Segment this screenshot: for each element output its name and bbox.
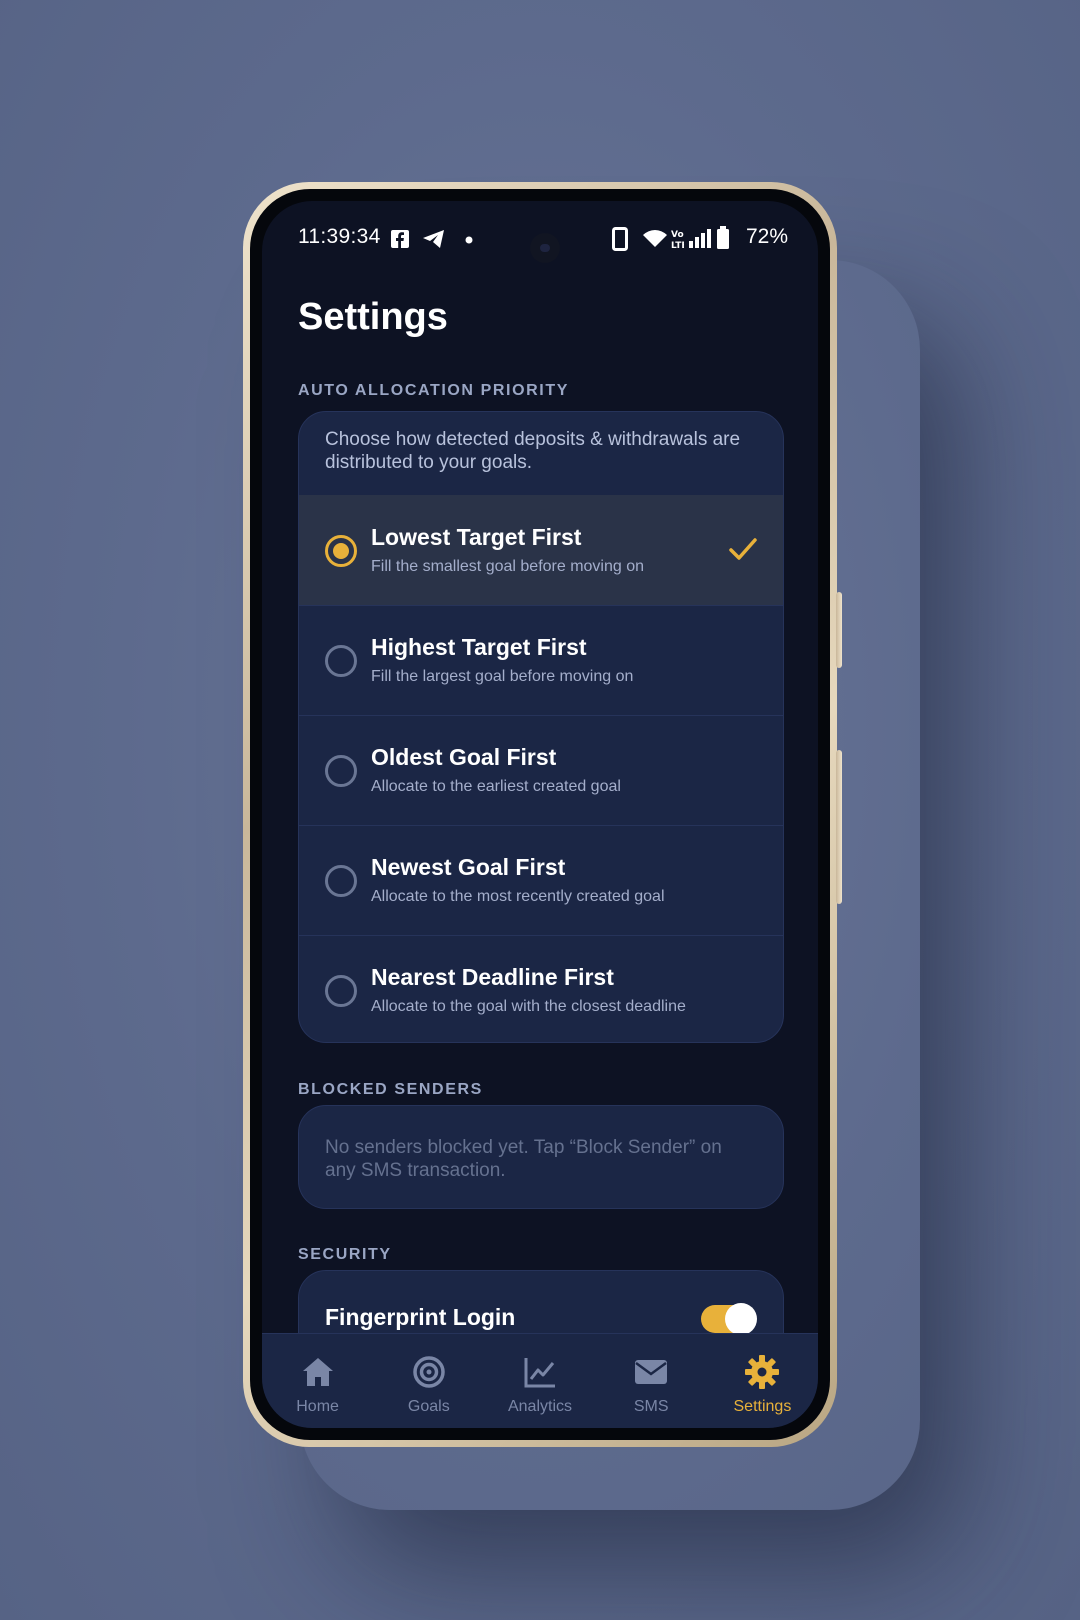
section-label-auto-allocation: AUTO ALLOCATION PRIORITY — [298, 382, 569, 399]
option-oldest-goal-first[interactable]: Oldest Goal First Allocate to the earlie… — [299, 715, 783, 825]
section-label-blocked-senders: BLOCKED SENDERS — [298, 1081, 483, 1098]
option-subtitle: Fill the smallest goal before moving on — [371, 558, 645, 575]
radio-button[interactable] — [325, 975, 357, 1007]
bottom-nav: Home Goals Analytics SMS Settings — [262, 1333, 818, 1428]
radio-button-selected[interactable] — [325, 535, 357, 567]
option-subtitle: Allocate to the goal with the closest de… — [371, 998, 686, 1015]
option-highest-target-first[interactable]: Highest Target First Fill the largest go… — [299, 605, 783, 715]
power-button — [836, 750, 842, 904]
nav-label: SMS — [633, 1398, 669, 1415]
radio-button[interactable] — [325, 755, 357, 787]
checkmark-icon — [729, 538, 757, 560]
phone-frame: 11:39:34 Vo LT 72% Settings AUTO ALLOCAT… — [243, 182, 842, 1447]
nav-item-settings[interactable]: Settings — [707, 1334, 818, 1428]
status-bar: 11:39:34 Vo LT 72% — [262, 221, 818, 263]
app-screen: 11:39:34 Vo LT 72% Settings AUTO ALLOCAT… — [262, 201, 818, 1428]
option-title: Lowest Target First — [371, 524, 582, 550]
envelope-icon — [635, 1360, 668, 1384]
nav-item-home[interactable]: Home — [262, 1334, 373, 1428]
gear-icon — [745, 1355, 780, 1389]
blocked-senders-empty-text: No senders blocked yet. Tap “Block Sende… — [325, 1137, 722, 1181]
volume-button — [836, 592, 842, 668]
allocation-description: Choose how detected deposits & withdrawa… — [325, 429, 741, 473]
telegram-icon — [423, 230, 444, 248]
nav-label: Analytics — [507, 1398, 573, 1415]
facebook-icon — [391, 230, 409, 248]
fingerprint-login-toggle[interactable] — [701, 1303, 757, 1335]
nav-label: Goals — [407, 1398, 450, 1415]
option-title: Newest Goal First — [371, 854, 566, 880]
nav-label: Settings — [733, 1398, 792, 1415]
option-subtitle: Allocate to the most recently created go… — [371, 888, 665, 905]
battery-percent: 72% — [745, 225, 788, 248]
home-icon — [302, 1358, 333, 1386]
option-nearest-deadline-first[interactable]: Nearest Deadline First Allocate to the g… — [299, 935, 783, 1042]
option-subtitle: Fill the largest goal before moving on — [371, 668, 634, 685]
battery-icon — [717, 226, 729, 249]
front-camera — [530, 233, 560, 263]
nav-label: Home — [296, 1398, 339, 1415]
svg-text:LTE: LTE — [671, 241, 684, 251]
target-icon — [413, 1356, 445, 1388]
status-time: 11:39:34 — [298, 225, 381, 248]
fingerprint-login-label: Fingerprint Login — [325, 1304, 516, 1330]
option-newest-goal-first[interactable]: Newest Goal First Allocate to the most r… — [299, 825, 783, 935]
wifi-icon — [643, 230, 667, 247]
radio-button[interactable] — [325, 645, 357, 677]
option-subtitle: Allocate to the earliest created goal — [371, 778, 621, 795]
section-label-security: SECURITY — [298, 1246, 392, 1263]
signal-icon — [689, 229, 711, 248]
option-title: Oldest Goal First — [371, 744, 557, 770]
option-lowest-target-first[interactable]: Lowest Target First Fill the smallest go… — [299, 495, 783, 605]
option-title: Highest Target First — [371, 634, 587, 660]
blocked-senders-card: No senders blocked yet. Tap “Block Sende… — [298, 1105, 784, 1209]
phone-icon — [612, 227, 628, 251]
radio-button[interactable] — [325, 865, 357, 897]
page-title: Settings — [298, 296, 448, 338]
option-title: Nearest Deadline First — [371, 964, 614, 990]
dot-icon — [465, 236, 473, 244]
nav-item-sms[interactable]: SMS — [596, 1334, 707, 1428]
svg-text:Vo: Vo — [671, 230, 684, 240]
allocation-priority-card: Choose how detected deposits & withdrawa… — [298, 411, 784, 1043]
volte-icon: Vo LTE — [671, 230, 684, 251]
nav-item-goals[interactable]: Goals — [373, 1334, 484, 1428]
chart-icon — [524, 1358, 555, 1388]
nav-item-analytics[interactable]: Analytics — [484, 1334, 595, 1428]
